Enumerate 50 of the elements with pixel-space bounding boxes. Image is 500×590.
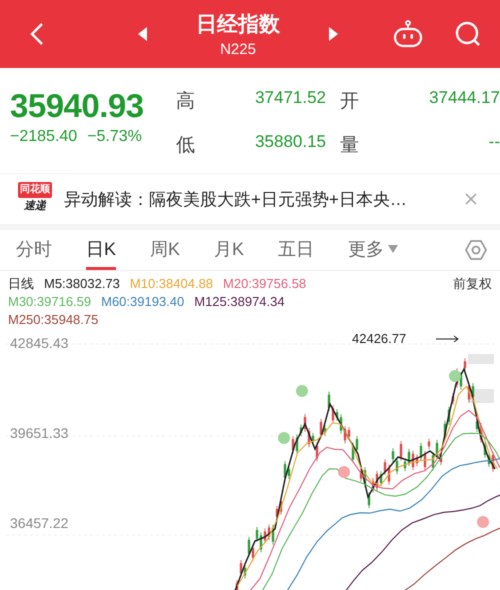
signal-marker	[278, 432, 290, 444]
back-icon[interactable]	[30, 22, 44, 46]
signal-marker	[296, 385, 308, 397]
search-icon[interactable]	[454, 20, 482, 48]
moving-average-label: M10:38404.88	[130, 275, 214, 293]
chart-tab[interactable]: 周K	[150, 230, 180, 270]
y-axis-label: 42845.43	[10, 335, 68, 351]
price-change: −2185.40	[10, 128, 78, 146]
y-axis-label: 39651.33	[10, 425, 68, 441]
news-headline: 异动解读：隔夜美股大跌+日元强势+日本央…	[64, 188, 408, 210]
index-code: N225	[220, 41, 256, 58]
close-icon[interactable]	[464, 192, 478, 206]
stat-value: 37471.52	[254, 88, 327, 109]
last-price: 35940.93	[10, 88, 145, 124]
next-icon[interactable]	[328, 27, 338, 41]
stat-label: 高	[176, 90, 196, 114]
adjustment-toggle[interactable]: 前复权	[453, 275, 492, 293]
moving-average-label: M125:38974.34	[194, 293, 285, 311]
moving-average-label: M30:39716.59	[8, 293, 92, 311]
signal-marker	[338, 466, 350, 478]
moving-average-label: M250:35948.75	[8, 311, 98, 329]
moving-average-label: M5:38032.73	[44, 275, 120, 293]
y-axis-label: 36457.22	[10, 515, 68, 531]
arrow-icon	[436, 334, 460, 342]
signal-marker	[477, 516, 489, 528]
signal-marker	[449, 370, 461, 382]
stat-value: --	[488, 132, 500, 153]
settings-icon[interactable]	[464, 238, 488, 262]
price-band	[468, 354, 494, 364]
stat-label: 量	[340, 134, 360, 158]
news-logo: 同花顺 速递	[17, 182, 53, 214]
percent-change: −5.73%	[87, 128, 142, 146]
stat-value: 37444.17	[428, 88, 500, 109]
stat-label: 低	[176, 134, 196, 158]
moving-average-label: M60:39193.40	[101, 293, 184, 311]
chart-tab[interactable]: 月K	[214, 230, 244, 270]
index-title: 日经指数	[196, 12, 280, 38]
previous-icon[interactable]	[138, 27, 148, 41]
stat-value: 35880.15	[254, 132, 327, 153]
chart-tab[interactable]: 分时	[16, 230, 52, 270]
moving-average-label: M20:39756.58	[223, 275, 306, 293]
chart-tab[interactable]: 五日	[278, 230, 314, 270]
chart-tab[interactable]: 日K	[86, 230, 116, 270]
candlestick	[236, 580, 238, 590]
news-banner[interactable]: 同花顺 速递 异动解读：隔夜美股大跌+日元强势+日本央…	[0, 173, 500, 230]
robot-icon[interactable]	[392, 20, 424, 48]
high-price-label: 42426.77	[352, 331, 406, 346]
stat-label: 开	[340, 90, 360, 114]
period-label: 日线	[8, 275, 34, 293]
chart-tab[interactable]: 更多	[348, 230, 398, 270]
